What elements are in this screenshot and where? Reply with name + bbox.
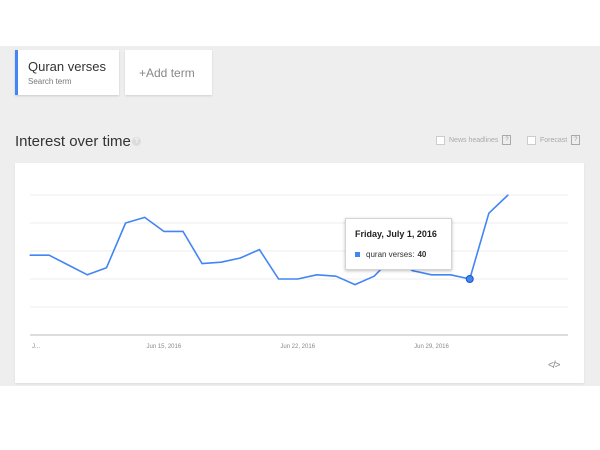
interest-chart[interactable]: J... Jun 15, 2016 Jun 22, 2016 Jun 29, 2016: [15, 163, 584, 383]
data-point[interactable]: [277, 278, 280, 280]
add-term-label: +Add term: [139, 66, 195, 80]
data-point[interactable]: [144, 216, 146, 218]
x-tick-label: Jun 15, 2016: [146, 344, 181, 350]
search-term-name: Quran verses: [28, 59, 107, 74]
data-point[interactable]: [297, 278, 299, 280]
data-point[interactable]: [220, 261, 222, 263]
data-point[interactable]: [67, 264, 69, 266]
forecast-option[interactable]: Forecast ?: [527, 135, 581, 145]
data-point[interactable]: [507, 194, 509, 196]
tooltip-series-swatch: [355, 252, 360, 257]
forecast-help-icon[interactable]: ?: [571, 135, 581, 145]
news-headlines-label: News headlines: [449, 136, 499, 144]
data-point[interactable]: [488, 212, 490, 214]
search-term-type: Search term: [28, 77, 72, 86]
data-point[interactable]: [316, 274, 318, 276]
data-point[interactable]: [430, 274, 433, 276]
tooltip-row: quran verses: 40: [355, 250, 426, 259]
data-point[interactable]: [258, 249, 261, 251]
chart-card: J... Jun 15, 2016 Jun 22, 2016 Jun 29, 2016: [15, 163, 584, 383]
section-title: Interest over time: [15, 133, 131, 150]
help-icon[interactable]: ?: [132, 137, 141, 146]
news-headlines-checkbox[interactable]: [436, 135, 445, 145]
data-point[interactable]: [373, 275, 375, 277]
tooltip-date: Friday, July 1, 2016: [355, 229, 437, 239]
data-point[interactable]: [105, 267, 108, 269]
news-headlines-option[interactable]: News headlines ?: [436, 135, 512, 145]
data-point[interactable]: [163, 230, 165, 232]
data-point[interactable]: [411, 270, 413, 272]
x-tick-label: Jun 22, 2016: [280, 344, 315, 350]
x-tick-label: J...: [32, 344, 40, 350]
tooltip-value: 40: [417, 250, 427, 259]
data-point[interactable]: [125, 222, 127, 224]
data-point[interactable]: [450, 274, 452, 276]
data-point[interactable]: [354, 284, 356, 286]
embed-code-icon[interactable]: </>: [548, 360, 561, 371]
data-point[interactable]: [201, 263, 203, 265]
data-point[interactable]: [335, 275, 337, 277]
chart-tooltip: Friday, July 1, 2016 quran verses: 40: [345, 218, 452, 270]
tooltip-series-label: quran verses:: [366, 250, 415, 259]
forecast-label: Forecast: [540, 136, 568, 144]
x-tick-label: Jun 29, 2016: [414, 344, 449, 350]
forecast-checkbox[interactable]: [527, 135, 536, 145]
data-point[interactable]: [182, 230, 184, 232]
data-point[interactable]: [86, 274, 88, 276]
news-help-icon[interactable]: ?: [502, 135, 512, 145]
data-point[interactable]: [48, 254, 50, 256]
data-point[interactable]: [239, 257, 241, 259]
highlighted-point[interactable]: [465, 275, 474, 283]
data-point[interactable]: [29, 254, 31, 256]
add-term-button[interactable]: +Add term: [125, 50, 212, 95]
search-term-card[interactable]: Quran verses Search term: [15, 50, 119, 95]
